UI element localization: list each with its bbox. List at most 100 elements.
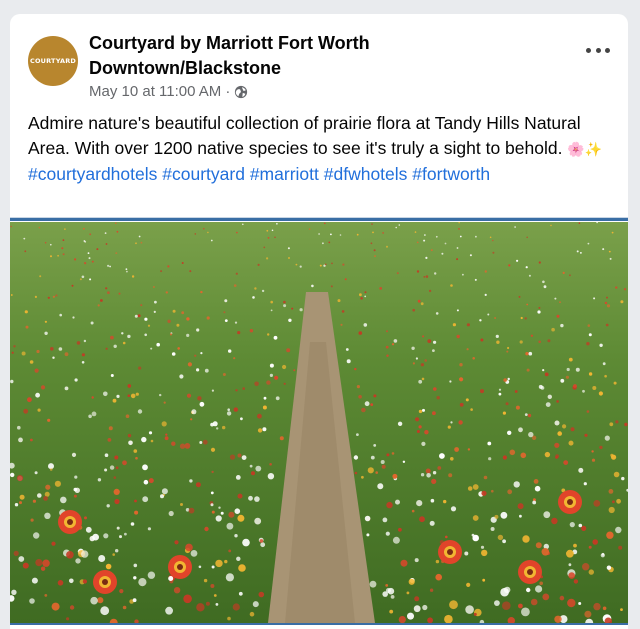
flower-dot xyxy=(450,284,453,287)
flower-dot xyxy=(490,527,495,531)
flower-dot xyxy=(562,271,565,274)
flower-dot xyxy=(525,266,528,269)
flower-dot xyxy=(105,243,108,245)
flower-dot xyxy=(113,488,120,495)
flower-dot xyxy=(76,341,81,345)
flower-dot xyxy=(416,500,423,507)
flower-dot xyxy=(500,587,509,597)
flower-dot xyxy=(447,425,451,429)
flower-dot xyxy=(439,453,445,459)
flower-dot xyxy=(588,333,592,337)
flower-dot xyxy=(132,598,137,603)
flower-dot xyxy=(116,394,120,398)
flower-dot xyxy=(44,320,48,323)
hashtag-link[interactable]: #dfwhotels xyxy=(324,164,408,184)
flower-dot xyxy=(560,323,564,328)
hashtag-link[interactable]: #marriott xyxy=(250,164,319,184)
blanket-flower-core xyxy=(567,499,573,505)
flower-dot xyxy=(534,485,541,492)
flower-dot xyxy=(224,559,228,564)
flower-dot xyxy=(473,612,477,616)
flower-dot xyxy=(459,377,464,382)
flower-dot xyxy=(11,589,17,595)
flower-dot xyxy=(429,588,434,592)
flower-dot xyxy=(211,510,215,514)
flower-dot xyxy=(176,323,180,327)
flower-dot xyxy=(416,270,420,273)
flower-dot xyxy=(91,411,97,417)
flower-dot xyxy=(459,402,464,407)
flower-dot xyxy=(379,287,383,290)
flower-dot xyxy=(480,545,485,549)
flower-dot xyxy=(30,438,33,442)
flower-dot xyxy=(38,226,41,229)
flower-dot xyxy=(508,264,511,267)
flower-dot xyxy=(74,475,78,479)
flower-dot xyxy=(164,436,169,441)
page-avatar[interactable]: COURTYARD xyxy=(28,36,78,86)
flower-dot xyxy=(203,227,205,230)
flower-dot xyxy=(441,252,444,255)
flower-dot xyxy=(599,343,603,347)
flower-dot xyxy=(424,359,428,362)
more-options-icon[interactable] xyxy=(586,42,610,58)
flower-dot xyxy=(408,578,415,585)
flower-dot xyxy=(97,304,100,307)
flower-dot xyxy=(81,550,89,558)
flower-dot xyxy=(144,333,147,337)
flower-dot xyxy=(83,339,87,343)
hashtag-link[interactable]: #fortworth xyxy=(412,164,490,184)
flower-dot xyxy=(584,433,588,437)
flower-dot xyxy=(223,311,226,314)
flower-dot xyxy=(220,511,224,515)
flower-dot xyxy=(330,233,332,236)
flower-dot xyxy=(90,321,94,325)
flower-dot xyxy=(472,357,476,360)
flower-dot xyxy=(232,603,240,611)
flower-dot xyxy=(370,403,374,406)
hashtag-link[interactable]: #courtyard xyxy=(162,164,245,184)
flower-dot xyxy=(160,494,164,499)
page-name-link[interactable]: Courtyard by Marriott Fort Worth Downtow… xyxy=(89,31,539,81)
flower-dot xyxy=(13,550,19,556)
flower-dot xyxy=(361,407,366,413)
flower-dot xyxy=(130,393,136,399)
flower-dot xyxy=(32,499,36,503)
flower-dot xyxy=(185,543,193,552)
flower-dot xyxy=(424,234,426,236)
flower-dot xyxy=(69,578,74,584)
flower-dot xyxy=(133,563,138,568)
flower-dot xyxy=(140,304,143,307)
flower-dot xyxy=(385,584,389,587)
flower-dot xyxy=(210,422,215,427)
flower-dot xyxy=(122,341,126,345)
flower-dot xyxy=(174,540,179,545)
flower-dot xyxy=(142,496,149,503)
flower-dot xyxy=(377,483,384,490)
flower-dot xyxy=(287,247,290,250)
flower-dot xyxy=(205,601,210,606)
flower-dot xyxy=(620,300,624,304)
hashtag-link[interactable]: #courtyardhotels xyxy=(28,164,157,184)
flower-dot xyxy=(616,498,621,504)
flower-dot xyxy=(623,288,627,291)
flower-dot xyxy=(194,233,197,235)
flower-dot xyxy=(524,413,528,416)
post-photo[interactable] xyxy=(10,222,628,623)
post-timestamp[interactable]: May 10 at 11:00 AM xyxy=(89,83,221,100)
flower-dot xyxy=(66,551,74,559)
flower-dot xyxy=(606,296,608,299)
flower-dot xyxy=(150,439,154,443)
flower-dot xyxy=(108,426,113,431)
flower-dot xyxy=(507,489,513,495)
flower-dot xyxy=(606,531,614,539)
flower-dot xyxy=(324,263,327,266)
flower-dot xyxy=(481,490,487,496)
flower-dot xyxy=(116,230,119,233)
flower-dot xyxy=(181,262,184,264)
flower-dot xyxy=(84,262,87,265)
flower-dot xyxy=(554,442,560,448)
flower-dot xyxy=(430,498,435,503)
flower-dot xyxy=(168,510,174,517)
flower-dot xyxy=(514,390,518,393)
